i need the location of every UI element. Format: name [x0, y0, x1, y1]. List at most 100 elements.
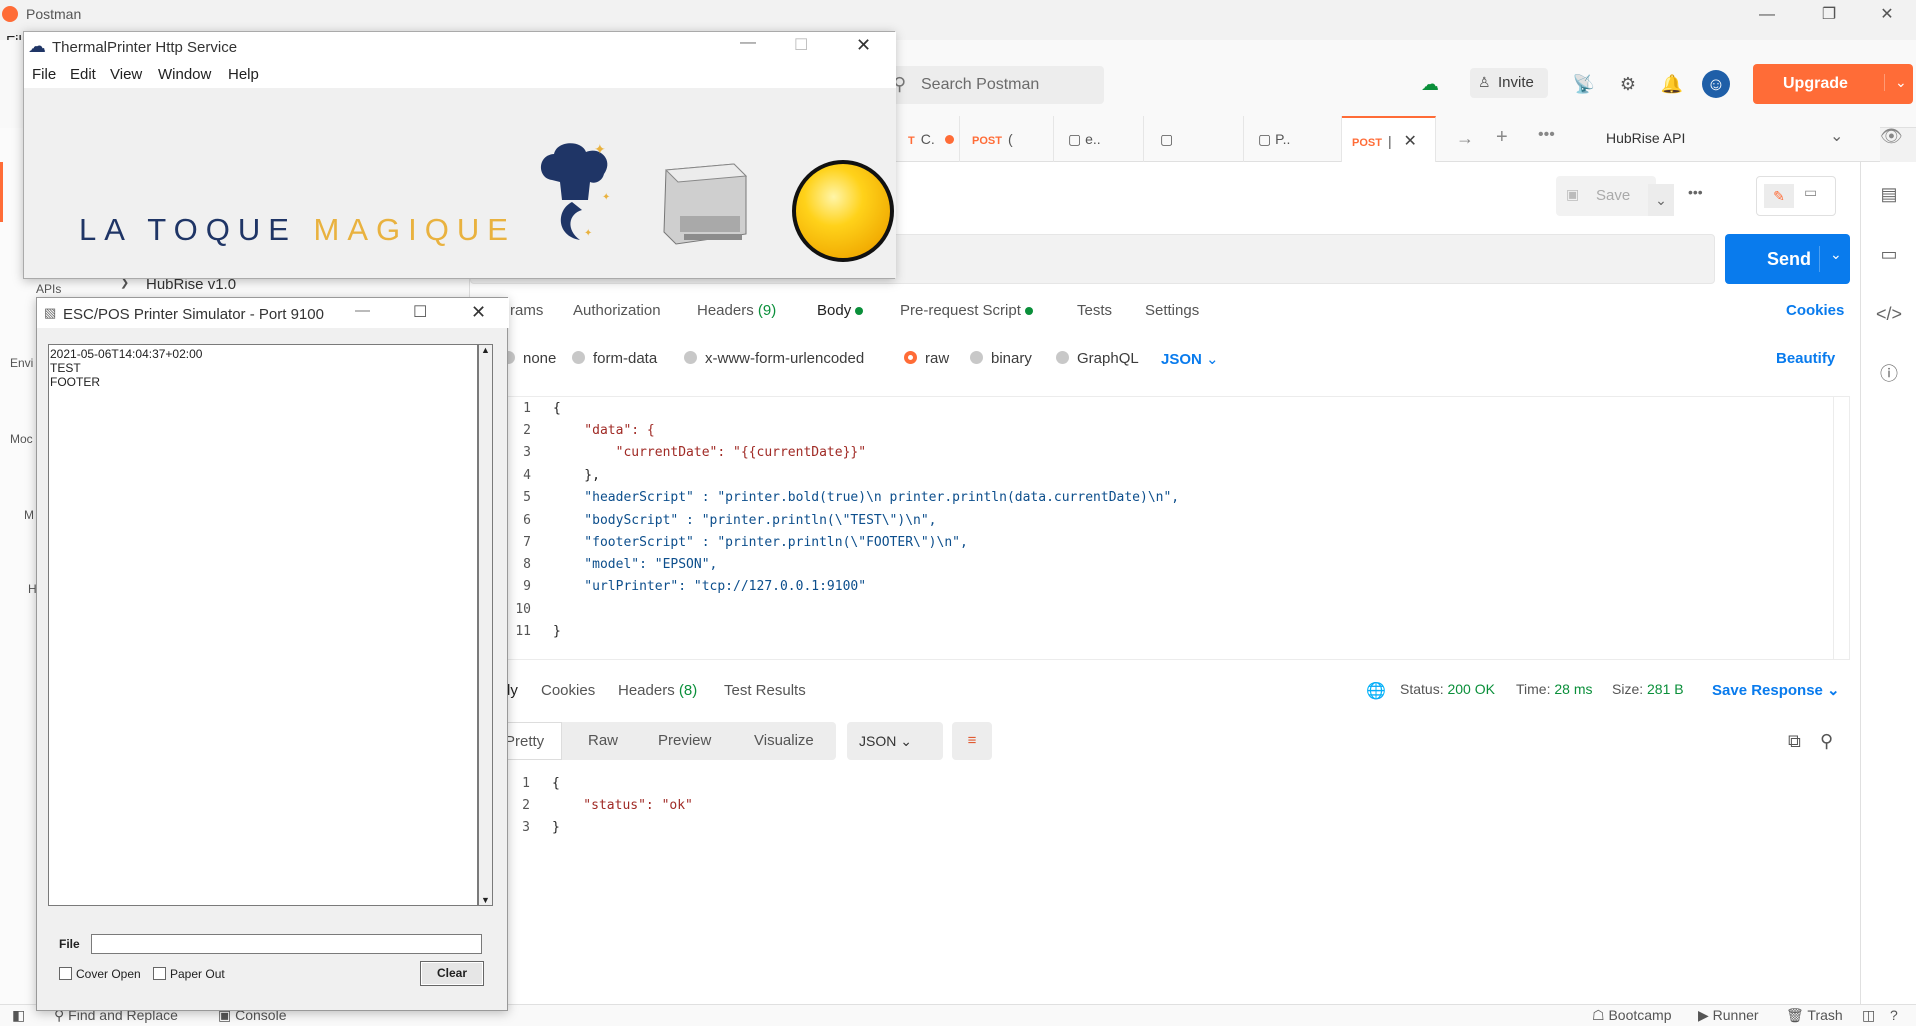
visualize-button[interactable]: Visualize	[754, 722, 814, 760]
tab-response-headers[interactable]: Headers (8)	[618, 682, 697, 699]
tab-body[interactable]: Body	[817, 302, 864, 319]
sidebar-item-mock[interactable]: Moc	[10, 432, 33, 446]
menu-edit[interactable]: Edit	[70, 66, 96, 83]
eye-icon[interactable]: 👁	[1880, 126, 1903, 147]
restore-button[interactable]: ❐	[1806, 2, 1852, 28]
tab-item[interactable]: POST(	[960, 116, 1054, 162]
body-format-select[interactable]: JSON ⌄	[1161, 350, 1219, 368]
menu-window[interactable]: Window	[158, 66, 211, 83]
environment-select[interactable]: HubRise API	[1606, 130, 1685, 146]
satellite-icon[interactable]: 📡	[1570, 70, 1598, 98]
tab-authorization[interactable]: Authorization	[573, 302, 661, 319]
wrap-lines-icon[interactable]: ≡	[952, 722, 992, 760]
upgrade-dropdown-icon[interactable]: ⌄	[1884, 74, 1907, 91]
editor-scrollbar[interactable]	[1833, 397, 1849, 659]
svg-text:✦: ✦	[584, 228, 592, 239]
preview-button[interactable]: Preview	[658, 722, 711, 760]
radio-raw[interactable]: raw	[904, 350, 949, 367]
beautify-button[interactable]: Beautify	[1776, 350, 1835, 367]
maximize-button[interactable]: ☐	[413, 302, 427, 322]
more-options-icon[interactable]: •••	[1688, 184, 1703, 200]
radio-urlencoded[interactable]: x-www-form-urlencoded	[684, 350, 864, 367]
environment-dropdown-icon[interactable]: ⌄	[1830, 126, 1843, 146]
window-title: ThermalPrinter Http Service	[52, 39, 238, 56]
close-button[interactable]: ✕	[1864, 2, 1910, 28]
tab-response-cookies[interactable]: Cookies	[541, 682, 595, 699]
comments-icon[interactable]: ▭	[1875, 240, 1903, 268]
sidebar-item-monitors[interactable]: M	[24, 508, 34, 522]
tab-item[interactable]: T C.	[898, 116, 960, 162]
scroll-down-icon[interactable]: ▼	[481, 895, 490, 905]
radio-binary[interactable]: binary	[970, 350, 1032, 367]
menu-view[interactable]: View	[110, 66, 142, 83]
scroll-up-icon[interactable]: ▲	[481, 345, 490, 355]
gear-icon[interactable]: ⚙	[1614, 70, 1642, 98]
minimize-button[interactable]: —	[740, 34, 756, 52]
cloud-sync-icon[interactable]: ☁	[1416, 70, 1444, 98]
edit-icon[interactable]: ✎	[1764, 184, 1794, 208]
response-body-viewer[interactable]: 1 2 3 { "status": "ok" }	[470, 772, 1850, 992]
code-icon[interactable]: </>	[1875, 300, 1903, 328]
chef-logo-icon: ✦ ✦ ✦	[540, 141, 610, 240]
cover-open-checkbox[interactable]: Cover Open	[59, 967, 141, 981]
search-response-icon[interactable]: ⚲	[1820, 722, 1833, 760]
save-dropdown-icon[interactable]: ⌄	[1648, 184, 1674, 216]
save-response-button[interactable]: Save Response ⌄	[1712, 681, 1840, 699]
minimize-button[interactable]: —	[355, 302, 370, 319]
sidebar-item-environments[interactable]: Envi	[10, 356, 33, 370]
copy-icon[interactable]: ⧉	[1788, 722, 1801, 760]
tab-item[interactable]: ▢ e..	[1054, 116, 1144, 162]
postman-logo-icon	[2, 6, 18, 22]
request-body-editor[interactable]: 1 2 3 4 5 6 7 8 9 10 11 { "data": { "cur…	[470, 396, 1850, 660]
radio-none[interactable]: none	[502, 350, 556, 367]
tab-item[interactable]: ▢	[1144, 116, 1244, 162]
layout-icon[interactable]: ◫	[1862, 1007, 1875, 1024]
code-line: }	[552, 820, 560, 835]
tab-tests[interactable]: Tests	[1077, 302, 1112, 319]
comment-icon[interactable]: ▭	[1804, 184, 1817, 201]
output-scrollbar[interactable]: ▲ ▼	[478, 344, 493, 906]
response-format-select[interactable]: JSON ⌄	[847, 722, 943, 760]
trash-button[interactable]: 🗑 Trash	[1786, 1007, 1843, 1024]
bootcamp-button[interactable]: ☖ Bootcamp	[1592, 1007, 1672, 1024]
new-tab-icon[interactable]: +	[1496, 126, 1508, 149]
send-dropdown-icon[interactable]: ⌄	[1819, 246, 1842, 272]
sidebar-toggle-icon[interactable]: ◧	[12, 1007, 25, 1024]
tab-item-active[interactable]: POST | ✕	[1342, 116, 1436, 162]
info-icon[interactable]: ⓘ	[1875, 360, 1903, 388]
tab-settings[interactable]: Settings	[1145, 302, 1199, 319]
radio-graphql[interactable]: GraphQL	[1056, 350, 1139, 367]
tab-headers[interactable]: Headers (9)	[697, 302, 776, 319]
chef-hat-icon: ☁	[28, 36, 46, 56]
thermal-body: LA TOQUE MAGIQUE ✦ ✦ ✦	[24, 88, 896, 278]
close-button[interactable]: ✕	[471, 302, 486, 323]
menu-help[interactable]: Help	[228, 66, 259, 83]
sidebar-item-apis[interactable]: APIs	[36, 282, 61, 296]
output-line: 2021-05-06T14:04:37+02:00	[50, 347, 203, 361]
tab-test-results[interactable]: Test Results	[724, 682, 806, 699]
clear-button[interactable]: Clear	[420, 961, 484, 986]
raw-button[interactable]: Raw	[588, 722, 618, 760]
tab-params[interactable]: rams	[510, 302, 543, 319]
documentation-icon[interactable]: ▤	[1875, 180, 1903, 208]
more-tabs-icon[interactable]: •••	[1538, 126, 1555, 144]
radio-form-data[interactable]: form-data	[572, 350, 657, 367]
menu-file[interactable]: File	[32, 66, 56, 83]
bell-icon[interactable]: 🔔	[1658, 70, 1686, 98]
printer-output-area[interactable]: 2021-05-06T14:04:37+02:00 TEST FOOTER	[48, 344, 478, 906]
globe-icon[interactable]: 🌐	[1366, 681, 1386, 701]
help-icon[interactable]: ?	[1890, 1007, 1898, 1023]
search-input[interactable]: Search Postman	[887, 66, 1104, 104]
paper-out-checkbox[interactable]: Paper Out	[153, 967, 225, 981]
file-field[interactable]	[91, 934, 482, 954]
arrow-right-icon[interactable]: →	[1456, 128, 1474, 149]
close-button[interactable]: ✕	[856, 35, 871, 56]
avatar[interactable]: ☺	[1702, 70, 1730, 98]
maximize-button[interactable]: ☐	[794, 35, 808, 55]
tab-pre-request-script[interactable]: Pre-request Script	[900, 302, 1034, 319]
tab-item[interactable]: ▢ P..	[1244, 116, 1342, 162]
minimize-button[interactable]: —	[1744, 2, 1790, 28]
cookies-link[interactable]: Cookies	[1786, 302, 1844, 319]
runner-button[interactable]: ▶ Runner	[1698, 1007, 1759, 1024]
status-text: Status: 200 OK	[1400, 681, 1495, 697]
